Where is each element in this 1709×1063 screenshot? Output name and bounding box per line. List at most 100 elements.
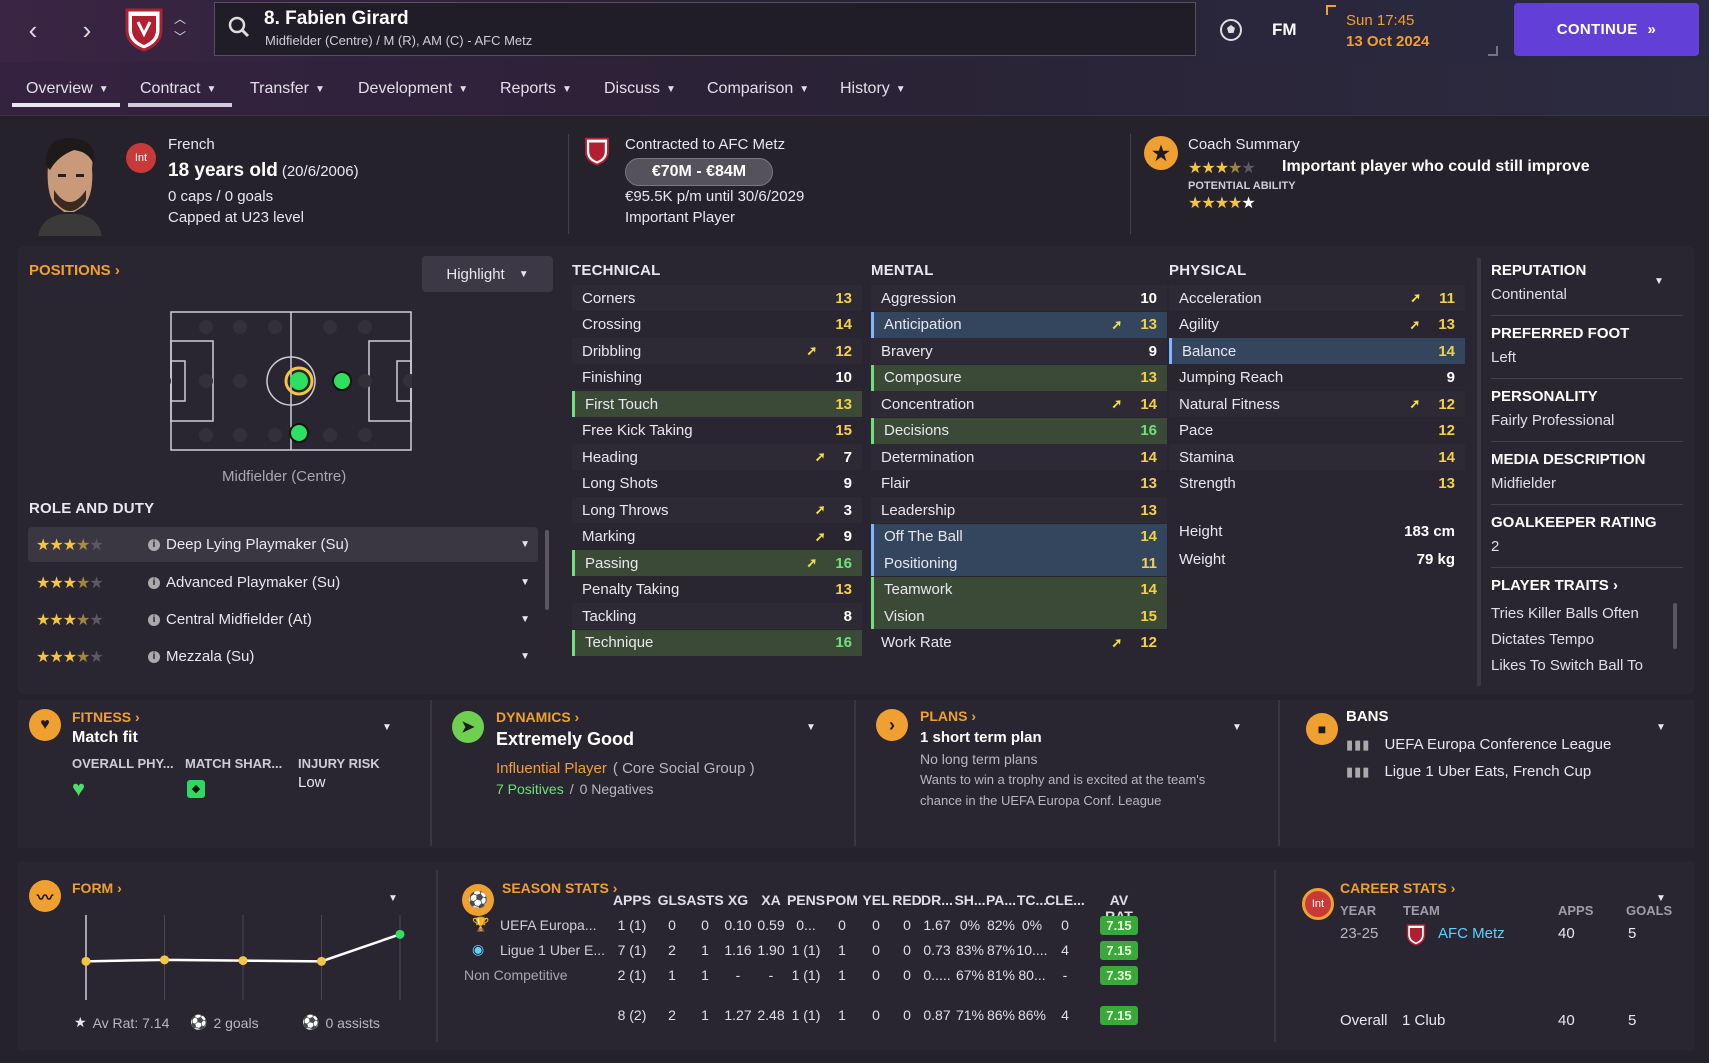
tab-transfer[interactable]: Transfer ▼ — [250, 80, 325, 98]
tab-overview[interactable]: Overview ▼ — [26, 80, 109, 98]
form-link[interactable]: FORM › — [72, 880, 122, 896]
football-icon[interactable] — [1219, 18, 1243, 42]
attribute-row[interactable]: Composure 13 — [871, 364, 1167, 391]
info-icon[interactable]: i — [148, 613, 160, 626]
attribute-row[interactable]: Determination 14 — [871, 444, 1167, 470]
attribute-row[interactable]: Heading ➚ 7 — [572, 444, 862, 470]
attribute-name: Heading — [582, 448, 638, 466]
search-icon[interactable] — [228, 16, 250, 38]
value-pill[interactable]: €70M - €84M — [625, 158, 773, 186]
tab-comparison[interactable]: Comparison ▼ — [707, 80, 809, 98]
attribute-row[interactable]: Long Shots 9 — [572, 471, 862, 497]
attribute-row[interactable]: Stamina 14 — [1169, 444, 1465, 470]
attribute-row[interactable]: Penalty Taking 13 — [572, 577, 862, 603]
ban-competition: Ligue 1 Uber Eats, French Cup — [1384, 763, 1592, 780]
tab-contract[interactable]: Contract ▼ — [140, 80, 216, 98]
tab-history[interactable]: History ▼ — [840, 80, 906, 98]
attribute-row[interactable]: Finishing 10 — [572, 365, 862, 391]
tab-discuss[interactable]: Discuss ▼ — [604, 80, 676, 98]
attribute-row[interactable]: Free Kick Taking 15 — [572, 418, 862, 444]
attribute-row[interactable]: Vision 15 — [871, 603, 1167, 629]
attribute-row[interactable]: Marking ➚ 9 — [572, 524, 862, 550]
tab-development[interactable]: Development ▼ — [358, 80, 468, 98]
attribute-value: 14 — [1140, 395, 1157, 413]
role-name: Deep Lying Playmaker (Su) — [166, 536, 349, 553]
club-crest-icon[interactable] — [124, 6, 164, 52]
attribute-row[interactable]: Leadership 13 — [871, 497, 1167, 523]
attribute-row[interactable]: Off The Ball 14 — [871, 523, 1167, 550]
chevron-down-icon[interactable]: ▼ — [382, 722, 392, 733]
attribute-row[interactable]: Corners 13 — [572, 285, 862, 311]
chevron-down-icon[interactable]: ▼ — [1232, 722, 1242, 733]
attribute-row[interactable]: Aggression 10 — [871, 285, 1167, 311]
chevron-down-icon[interactable]: ▼ — [520, 577, 530, 588]
career-stats-link[interactable]: CAREER STATS › — [1340, 880, 1455, 896]
tab-reports[interactable]: Reports ▼ — [500, 80, 572, 98]
chevron-down-icon[interactable]: ▼ — [520, 651, 530, 662]
competition-name[interactable]: Ligue 1 Uber E... — [500, 942, 605, 958]
player-switch-icon[interactable]: ︿ ﹀ — [174, 10, 186, 46]
dynamics-link[interactable]: DYNAMICS › — [496, 709, 579, 725]
attribute-row[interactable]: Natural Fitness ➚ 12 — [1169, 391, 1465, 417]
info-icon[interactable]: i — [148, 576, 160, 589]
attribute-value-wrap: 13 — [835, 290, 852, 307]
plans-link[interactable]: PLANS › — [920, 708, 976, 724]
attribute-row[interactable]: Tackling 8 — [572, 603, 862, 629]
competition-name[interactable]: Non Competitive — [464, 967, 568, 983]
highlight-dropdown[interactable]: Highlight ▼ — [422, 256, 553, 292]
chevron-down-icon[interactable]: ▼ — [1654, 276, 1664, 287]
career-team-link[interactable]: AFC Metz — [1438, 925, 1505, 942]
chevron-down-icon[interactable]: ▼ — [1656, 722, 1666, 733]
attribute-row[interactable]: Strength 13 — [1169, 471, 1465, 497]
attribute-row[interactable]: Teamwork 14 — [871, 576, 1167, 603]
competition-name[interactable]: UEFA Europa... — [500, 917, 597, 933]
info-icon[interactable]: i — [148, 650, 160, 663]
attribute-value-wrap: 15 — [1140, 608, 1157, 625]
attribute-row[interactable]: Dribbling ➚ 12 — [572, 338, 862, 364]
chevron-down-icon[interactable]: ▼ — [388, 893, 398, 904]
average-rating-badge: 7.35 — [1100, 966, 1138, 985]
role-row[interactable]: ★★★★★ i Deep Lying Playmaker (Su) ▼ — [28, 527, 538, 562]
role-row[interactable]: ★★★★★ i Central Midfielder (At) ▼ — [28, 602, 538, 637]
fm-logo[interactable]: FM — [1272, 20, 1297, 40]
attribute-row[interactable]: Work Rate ➚ 12 — [871, 630, 1167, 656]
attribute-name: Agility — [1179, 316, 1220, 333]
attribute-row[interactable]: Jumping Reach 9 — [1169, 365, 1465, 391]
continue-button[interactable]: CONTINUE » — [1514, 3, 1699, 56]
attribute-row[interactable]: Technique 16 — [572, 629, 862, 656]
attribute-row[interactable]: Crossing 14 — [572, 312, 862, 338]
attribute-row[interactable]: Balance 14 — [1169, 338, 1465, 364]
attribute-row[interactable]: Flair 13 — [871, 471, 1167, 497]
fitness-link[interactable]: FITNESS › — [72, 709, 140, 725]
positions-link[interactable]: POSITIONS › — [29, 262, 120, 279]
chevron-down-icon[interactable]: ▼ — [520, 614, 530, 625]
attribute-row[interactable]: Agility ➚ 13 — [1169, 312, 1465, 338]
role-row[interactable]: ★★★★★ i Advanced Playmaker (Su) ▼ — [28, 565, 538, 600]
attribute-row[interactable]: Positioning 11 — [871, 550, 1167, 576]
chevron-down-icon[interactable]: ▼ — [520, 539, 530, 550]
player-avatar[interactable] — [34, 134, 106, 236]
chevron-down-icon[interactable]: ▼ — [806, 722, 816, 733]
stat-column-header[interactable]: CLE... — [1043, 892, 1087, 908]
attribute-row[interactable]: Concentration ➚ 14 — [871, 391, 1167, 417]
player-traits-link[interactable]: PLAYER TRAITS › — [1491, 577, 1618, 594]
attribute-row[interactable]: Pace 12 — [1169, 418, 1465, 444]
attribute-row[interactable]: Passing ➚ 16 — [572, 550, 862, 576]
back-button[interactable]: ‹ — [16, 12, 50, 48]
forward-button[interactable]: › — [70, 12, 104, 48]
roles-scrollbar[interactable] — [545, 530, 549, 610]
stat-column-header[interactable]: APPS — [610, 892, 654, 908]
attribute-row[interactable]: Long Throws ➚ 3 — [572, 497, 862, 523]
traits-scrollbar[interactable] — [1673, 603, 1677, 649]
role-row[interactable]: ★★★★★ i Mezzala (Su) ▼ — [28, 639, 538, 674]
attribute-row[interactable]: Bravery 9 — [871, 338, 1167, 364]
double-chevron-icon: » — [1647, 21, 1657, 38]
nationality-badge[interactable]: Int — [126, 143, 156, 173]
attribute-row[interactable]: Decisions 16 — [871, 417, 1167, 444]
attribute-row[interactable]: Anticipation ➚ 13 — [871, 311, 1167, 338]
attribute-row[interactable]: First Touch 13 — [572, 391, 862, 417]
date-corner-decoration — [1326, 5, 1336, 15]
info-icon[interactable]: i — [148, 538, 160, 551]
potential-label: POTENTIAL ABILITY — [1188, 180, 1296, 192]
attribute-row[interactable]: Acceleration ➚ 11 — [1169, 285, 1465, 311]
